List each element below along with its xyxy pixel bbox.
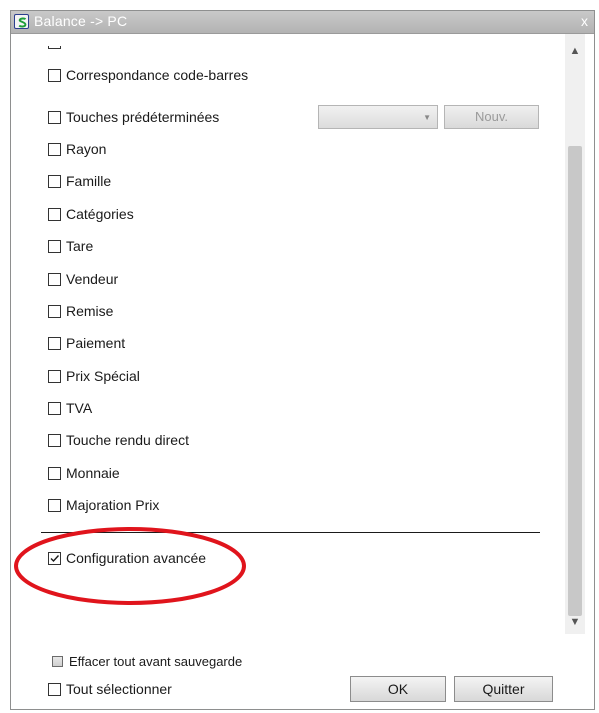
option-row[interactable]: Paiement xyxy=(48,334,125,352)
advanced-config-checkbox[interactable] xyxy=(48,551,61,565)
checkbox[interactable] xyxy=(48,369,61,383)
close-icon[interactable]: x xyxy=(581,13,588,29)
option-row[interactable]: Majoration Prix xyxy=(48,496,159,514)
checkbox[interactable] xyxy=(48,433,61,447)
clear-before-save-row[interactable]: Effacer tout avant sauvegarde xyxy=(52,653,242,669)
options-list: Correspondance code-barres Touches prédé… xyxy=(11,34,564,634)
checkbox[interactable] xyxy=(48,68,61,82)
option-row[interactable]: Monnaie xyxy=(48,464,120,482)
scroll-thumb[interactable] xyxy=(568,146,582,616)
ok-button[interactable]: OK xyxy=(350,676,446,702)
advanced-config-row[interactable]: Configuration avancée xyxy=(48,549,206,567)
option-label: Catégories xyxy=(66,206,134,222)
option-row[interactable]: Prix Spécial xyxy=(48,367,140,385)
title-bar: Balance -> PC x xyxy=(11,11,594,34)
option-row[interactable]: Vendeur xyxy=(48,270,118,288)
option-row[interactable]: Catégories xyxy=(48,205,134,223)
quit-button[interactable]: Quitter xyxy=(454,676,553,702)
advanced-config-label: Configuration avancée xyxy=(66,550,207,566)
separator-line xyxy=(41,532,540,533)
clear-before-save-checkbox[interactable] xyxy=(52,655,63,667)
option-label: Touches prédéterminées xyxy=(66,109,220,125)
chevron-down-icon[interactable]: ▼ xyxy=(565,613,585,631)
dropdown-arrow-icon: ▼ xyxy=(423,113,431,122)
option-row[interactable]: Tare xyxy=(48,237,93,255)
checkbox[interactable] xyxy=(48,336,61,350)
partial-checkbox xyxy=(48,46,61,49)
option-label: Rayon xyxy=(66,141,107,157)
vertical-scrollbar[interactable]: ▲ ▼ xyxy=(565,34,585,634)
checkbox[interactable] xyxy=(48,498,61,512)
option-row[interactable]: Famille xyxy=(48,172,111,190)
option-label: TVA xyxy=(66,400,93,416)
select-all-row[interactable]: Tout sélectionner xyxy=(48,680,172,698)
option-row[interactable]: Touches prédéterminées xyxy=(48,108,219,126)
checkbox[interactable] xyxy=(48,174,61,188)
option-label: Vendeur xyxy=(66,271,119,287)
select-all-label: Tout sélectionner xyxy=(66,681,172,697)
checkbox[interactable] xyxy=(48,239,61,253)
select-all-checkbox[interactable] xyxy=(48,682,61,696)
option-label: Monnaie xyxy=(66,465,120,481)
option-label: Paiement xyxy=(66,335,126,351)
option-row[interactable]: Remise xyxy=(48,302,113,320)
window-title: Balance -> PC xyxy=(34,13,128,29)
dialog-window: Balance -> PC x Correspondance code-barr… xyxy=(10,10,595,710)
option-label: Touche rendu direct xyxy=(66,432,189,448)
checkbox[interactable] xyxy=(48,272,61,286)
option-row[interactable]: Correspondance code-barres xyxy=(48,66,248,84)
option-label: Tare xyxy=(66,238,94,254)
option-label: Famille xyxy=(66,173,112,189)
option-row[interactable]: Rayon xyxy=(48,140,106,158)
option-label: Majoration Prix xyxy=(66,497,160,513)
touches-combo[interactable]: ▼ xyxy=(318,105,438,129)
checkbox[interactable] xyxy=(48,207,61,221)
checkmark-icon xyxy=(50,554,60,562)
option-label: Remise xyxy=(66,303,114,319)
option-row[interactable]: TVA xyxy=(48,399,92,417)
checkbox[interactable] xyxy=(48,110,61,124)
chevron-up-icon[interactable]: ▲ xyxy=(565,42,585,60)
dialog-content: Correspondance code-barres Touches prédé… xyxy=(11,34,594,709)
nouv-button[interactable]: Nouv. xyxy=(444,105,539,129)
checkbox[interactable] xyxy=(48,401,61,415)
option-label: Correspondance code-barres xyxy=(66,67,249,83)
checkbox[interactable] xyxy=(48,466,61,480)
option-label: Prix Spécial xyxy=(66,368,140,384)
option-row[interactable]: Touche rendu direct xyxy=(48,431,189,449)
checkbox[interactable] xyxy=(48,304,61,318)
clear-before-save-label: Effacer tout avant sauvegarde xyxy=(69,653,243,669)
app-logo-icon xyxy=(14,14,29,29)
checkbox[interactable] xyxy=(48,142,61,156)
